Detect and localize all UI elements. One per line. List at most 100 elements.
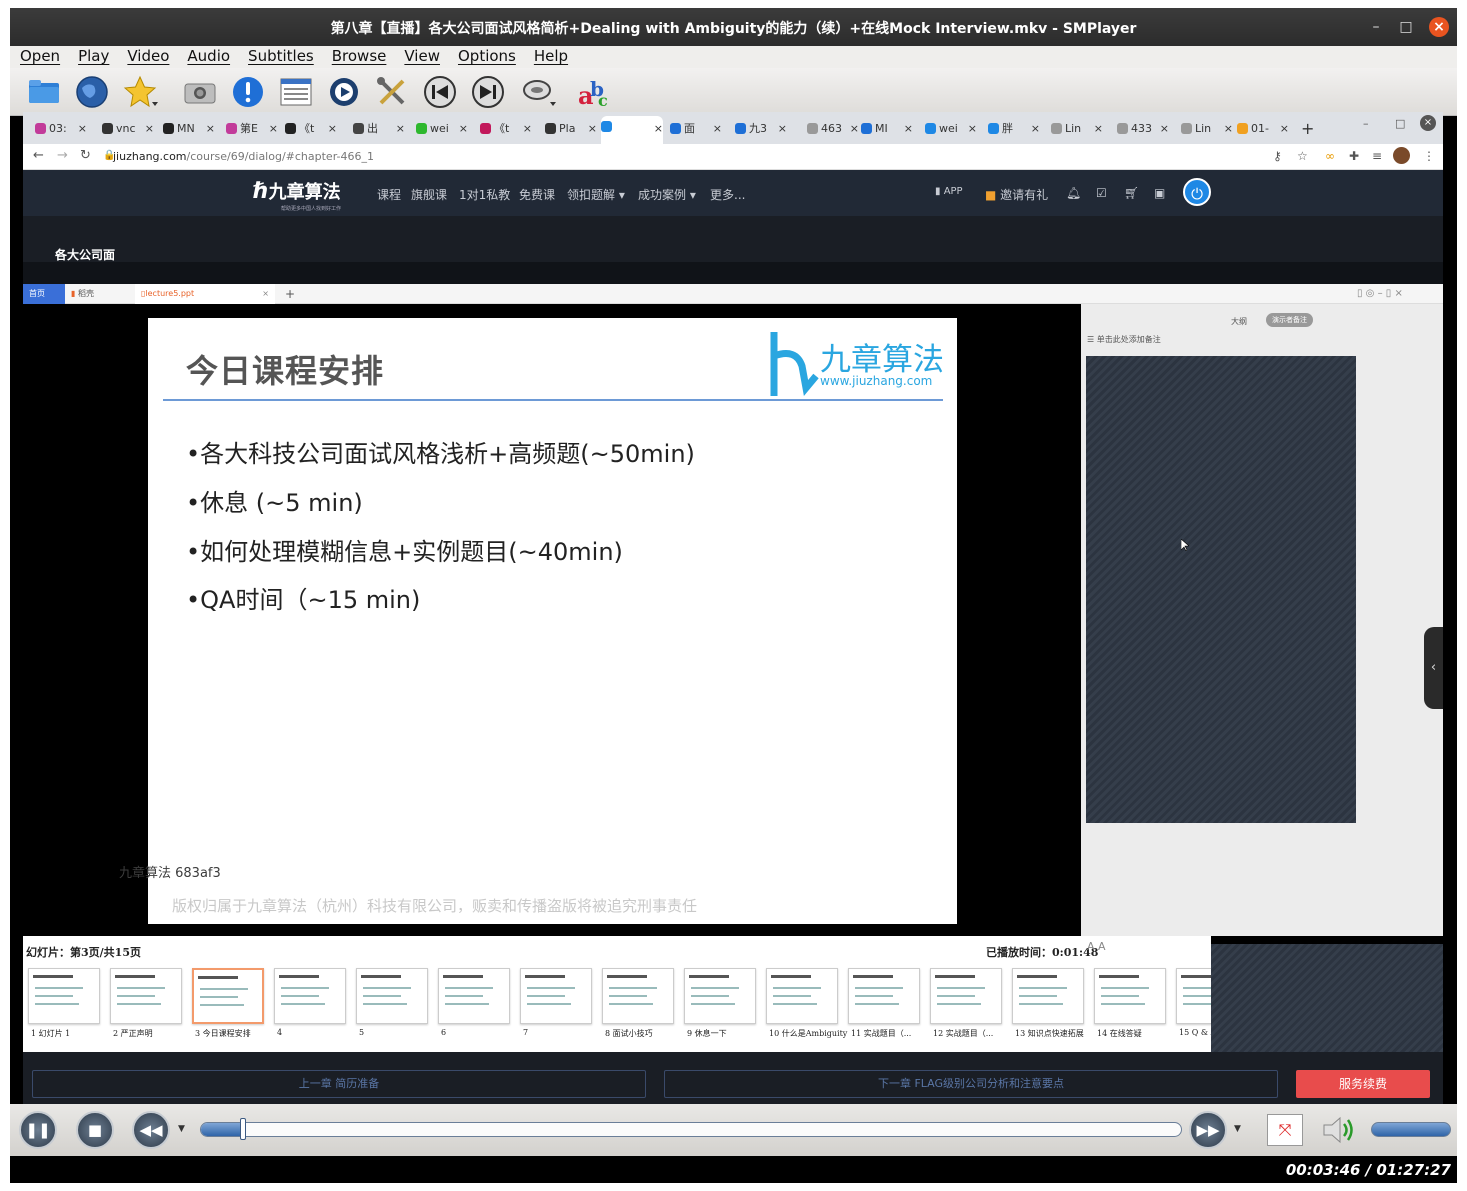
nav-app[interactable]: ▮ APP <box>935 186 963 197</box>
notes-hint[interactable]: ☰ 单击此处添加备注 <box>1087 334 1161 345</box>
tab-close-icon[interactable]: × <box>396 118 405 140</box>
tab-close-icon[interactable]: × <box>1160 118 1169 140</box>
url-field[interactable]: jiuzhang.com/course/69/dialog/#chapter-4… <box>113 150 374 163</box>
nav-private-tutor[interactable]: 1对1私教 <box>459 186 510 203</box>
back-icon[interactable]: ← <box>33 148 44 163</box>
tab-close-icon[interactable]: × <box>968 118 977 140</box>
browser-tab[interactable]: Pla × <box>545 118 597 140</box>
fullscreen-button[interactable]: ⤧ <box>1267 1114 1303 1146</box>
browser-maximize-button[interactable]: □ <box>1395 117 1405 130</box>
profile-avatar[interactable] <box>1393 147 1410 164</box>
next-icon[interactable] <box>470 74 506 110</box>
tab-close-icon[interactable]: × <box>588 118 597 140</box>
nav-invite[interactable]: ■ 邀请有礼 <box>985 186 1048 203</box>
browser-tab[interactable]: Lin × <box>1181 118 1233 140</box>
slide-thumbnail[interactable] <box>1094 968 1166 1024</box>
slide-thumbnail[interactable] <box>192 968 264 1024</box>
close-button[interactable]: × <box>1429 17 1449 37</box>
audio-track-icon[interactable] <box>520 74 556 110</box>
info-icon[interactable] <box>230 74 266 110</box>
subtitles-icon[interactable]: abc <box>576 74 612 110</box>
slide-thumbnail[interactable] <box>274 968 346 1024</box>
power-icon[interactable]: ⏻ <box>1183 178 1211 206</box>
forward-icon[interactable]: → <box>57 148 68 163</box>
maximize-button[interactable]: □ <box>1396 17 1416 37</box>
slide-thumbnail[interactable] <box>356 968 428 1024</box>
seek-bar[interactable] <box>200 1122 1182 1137</box>
browser-tab[interactable]: 03: × <box>35 118 87 140</box>
reading-list-icon[interactable]: ≡ <box>1372 149 1382 163</box>
key-icon[interactable]: ⚷ <box>1273 149 1282 163</box>
browser-tab[interactable]: Lin × <box>1051 118 1103 140</box>
viewer-tab-home[interactable]: 首页 <box>23 284 65 304</box>
slide-thumbnail[interactable] <box>930 968 1002 1024</box>
menu-audio[interactable]: Audio <box>177 46 238 65</box>
browser-tab[interactable]: MI × <box>861 118 913 140</box>
browser-tab[interactable]: wei × <box>416 118 468 140</box>
nav-more[interactable]: 更多... <box>710 186 745 203</box>
browser-close-button[interactable]: × <box>1420 115 1436 131</box>
tab-close-icon[interactable]: × <box>206 118 215 140</box>
browser-minimize-button[interactable]: – <box>1363 117 1369 130</box>
checkin-icon[interactable]: ☑ <box>1096 186 1107 200</box>
rewind-menu-chevron-icon[interactable]: ▼ <box>178 1124 185 1134</box>
menu-open[interactable]: Open <box>10 46 68 65</box>
tab-close-icon[interactable]: × <box>778 118 787 140</box>
tab-close-icon[interactable]: × <box>1280 118 1289 140</box>
font-size-controls[interactable]: A A <box>1087 940 1106 953</box>
nav-flagship[interactable]: 旗舰课 <box>411 186 447 203</box>
new-tab-button[interactable]: + <box>1301 119 1314 138</box>
browser-tab[interactable]: 出 × <box>353 118 405 140</box>
reload-icon[interactable]: ↻ <box>80 148 91 163</box>
viewer-tab-lecture[interactable]: ▯lecture5.ppt × <box>135 284 275 304</box>
tab-close-icon[interactable]: × <box>269 118 278 140</box>
pause-button[interactable]: ❚❚ <box>19 1111 57 1149</box>
menu-browse[interactable]: Browse <box>322 46 395 65</box>
renew-service-button[interactable]: 服务续费 <box>1296 1070 1430 1098</box>
presenter-notes-toggle[interactable]: 演示者备注 <box>1266 313 1313 327</box>
forward-button[interactable]: ▶▶ <box>1189 1111 1227 1149</box>
course-breadcrumb[interactable]: ‹ 各大公司面试风格简析+Dealing with Ambiguity的能力（续… <box>23 216 1443 384</box>
cart-icon[interactable]: 🛒︎ <box>1124 186 1139 200</box>
browser-tab[interactable]: vnc × <box>102 118 154 140</box>
extension-link-icon[interactable]: ∞ <box>1325 149 1335 163</box>
favorites-star-icon[interactable] <box>122 74 158 110</box>
tab-close-icon[interactable]: × <box>654 116 663 142</box>
next-chapter-button[interactable]: 下一章 FLAG级别公司分析和注意要点 <box>664 1070 1278 1098</box>
nav-success-stories[interactable]: 成功案例 ▾ <box>638 186 696 203</box>
tab-close-icon[interactable]: × <box>904 118 913 140</box>
browser-tab[interactable]: 《t × <box>285 118 337 140</box>
extensions-puzzle-icon[interactable]: ✚ <box>1349 149 1359 163</box>
nav-lintcode-solutions[interactable]: 领扣题解 ▾ <box>567 186 625 203</box>
browser-tab[interactable]: MN × <box>163 118 215 140</box>
tab-close-icon[interactable]: × <box>850 118 859 140</box>
menu-video[interactable]: Video <box>117 46 177 65</box>
outline-tab[interactable]: 大纲 <box>1231 316 1247 327</box>
slide-thumbnail[interactable] <box>438 968 510 1024</box>
tab-close-icon[interactable]: × <box>523 118 532 140</box>
nav-free-courses[interactable]: 免费课 <box>519 186 555 203</box>
bookmark-star-icon[interactable]: ☆ <box>1297 149 1308 163</box>
tab-close-icon[interactable]: × <box>328 118 337 140</box>
menu-help[interactable]: Help <box>524 46 576 65</box>
screenshot-camera-icon[interactable] <box>182 74 218 110</box>
browser-tab[interactable]: wei × <box>925 118 977 140</box>
slide-thumbnail[interactable] <box>684 968 756 1024</box>
browser-tab[interactable]: 463 × <box>807 118 859 140</box>
minimize-button[interactable]: – <box>1366 17 1386 37</box>
title-bar[interactable]: 第八章【直播】各大公司面试风格简析+Dealing with Ambiguity… <box>10 8 1457 46</box>
tab-close-icon[interactable]: × <box>713 118 722 140</box>
browser-tab[interactable]: 01- × <box>1237 118 1289 140</box>
slide-canvas[interactable]: 今日课程安排 九章算法 www.jiuzhang.com •各大科技公司面试风格… <box>23 304 1081 936</box>
viewer-add-tab-button[interactable]: + <box>279 284 301 304</box>
viewer-tab-docer[interactable]: ▮ 稻壳 <box>65 284 135 304</box>
browser-tab[interactable]: 胖 × <box>988 118 1040 140</box>
open-folder-icon[interactable] <box>26 74 62 110</box>
media-info-icon[interactable] <box>326 74 362 110</box>
notes-area[interactable] <box>1086 356 1356 823</box>
stop-button[interactable]: ■ <box>76 1111 114 1149</box>
close-tab-icon[interactable]: × <box>262 284 269 304</box>
slide-thumbnail[interactable] <box>766 968 838 1024</box>
video-frame[interactable]: 03: × vnc × MN × 第E × 《t × 出 × wei × 《t × Pla × × 面 × 九3 × 463 ×… <box>23 112 1443 1062</box>
volume-icon[interactable] <box>1320 1114 1356 1146</box>
